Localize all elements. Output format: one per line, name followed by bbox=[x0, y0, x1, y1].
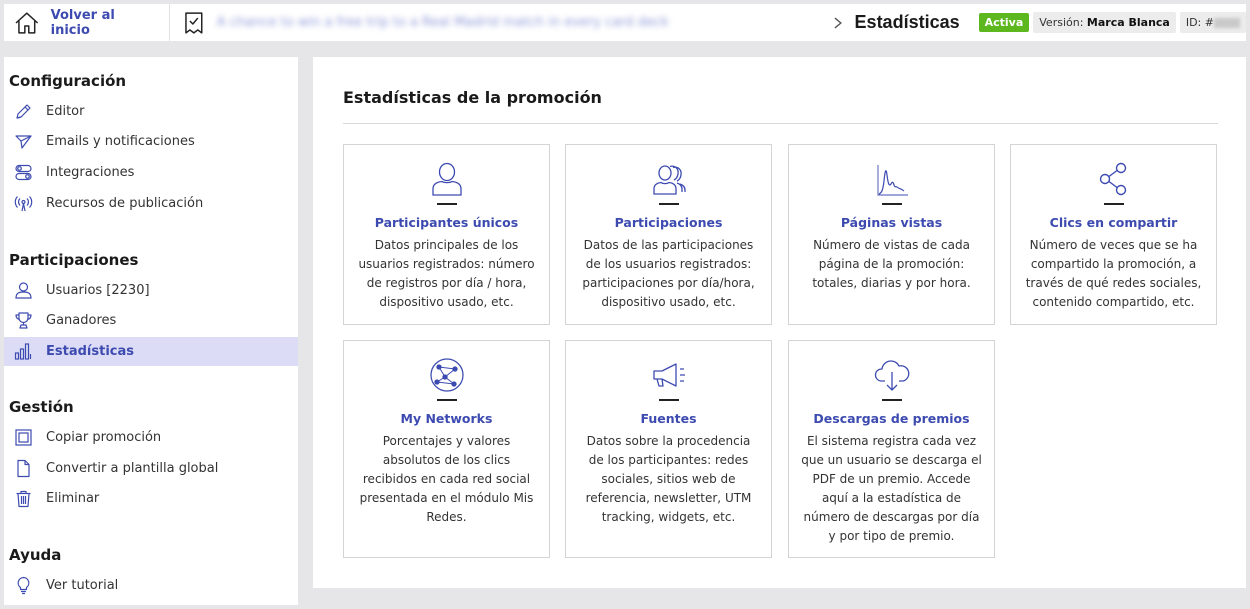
lightbulb-icon bbox=[17, 576, 30, 595]
sidebar-item-label: Recursos de publicación bbox=[46, 196, 204, 211]
sidebar-item-label: Convertir a plantilla global bbox=[46, 461, 219, 476]
card-title: Descargas de premios bbox=[813, 411, 970, 426]
section-title-ayuda: Ayuda bbox=[9, 546, 62, 564]
sidebar-item-label: Integraciones bbox=[46, 165, 135, 180]
sidebar-item-copiar[interactable]: Copiar promoción bbox=[4, 423, 298, 452]
sidebar-item-convertir[interactable]: Convertir a plantilla global bbox=[4, 454, 298, 483]
icon-underline bbox=[659, 399, 679, 401]
sidebar-item-estadisticas[interactable]: Estadísticas bbox=[4, 337, 298, 366]
trash-icon bbox=[16, 490, 31, 508]
id-redacted bbox=[1213, 18, 1240, 28]
card-title: Participaciones bbox=[614, 215, 723, 230]
ticket-icon bbox=[185, 11, 203, 34]
trophy-icon bbox=[15, 312, 32, 329]
document-icon bbox=[17, 459, 30, 478]
card-title: Clics en compartir bbox=[1049, 215, 1178, 230]
icon-underline bbox=[882, 203, 902, 205]
version-label: Versión: bbox=[1039, 16, 1084, 29]
card-participaciones[interactable]: Participaciones Datos de las participaci… bbox=[565, 144, 772, 325]
sidebar-item-usuarios[interactable]: Usuarios [2230] bbox=[4, 276, 298, 305]
version-pill: Versión: Marca Blanca bbox=[1033, 12, 1176, 33]
sidebar-item-editor[interactable]: Editor bbox=[4, 97, 298, 126]
sidebar-item-label: Ver tutorial bbox=[46, 578, 119, 593]
toggles-icon bbox=[15, 164, 32, 181]
sidebar-item-emails[interactable]: Emails y notificaciones bbox=[4, 127, 298, 156]
status-badge: Activa bbox=[978, 13, 1030, 32]
section-title-configuracion: Configuración bbox=[9, 72, 127, 90]
card-description: Datos principales de los usuarios regist… bbox=[358, 238, 535, 309]
id-label: ID: # bbox=[1185, 16, 1214, 29]
card-description: Datos sobre la procedencia de los partic… bbox=[585, 434, 752, 524]
card-title: My Networks bbox=[400, 411, 493, 426]
home-label: Volver al inicio bbox=[50, 7, 115, 38]
icon-underline bbox=[659, 203, 679, 205]
sidebar-item-label: Copiar promoción bbox=[46, 430, 162, 445]
section-title-participaciones: Participaciones bbox=[9, 251, 139, 269]
icon-underline bbox=[437, 203, 457, 205]
card-clics-compartir[interactable]: Clics en compartir Número de veces que s… bbox=[1010, 144, 1217, 325]
card-title: Participantes únicos bbox=[374, 215, 519, 230]
page-title: Estadísticas bbox=[854, 12, 960, 32]
icon-underline bbox=[1104, 203, 1124, 205]
card-descargas-premios[interactable]: Descargas de premios El sistema registra… bbox=[788, 340, 995, 558]
home-icon bbox=[15, 11, 39, 34]
copy-icon bbox=[15, 429, 32, 446]
section-heading: Estadísticas de la promoción bbox=[343, 88, 602, 107]
broadcast-icon bbox=[14, 196, 33, 212]
chevron-right-icon bbox=[834, 17, 842, 28]
card-description: Número de vistas de cada página de la pr… bbox=[812, 238, 971, 290]
card-description: Datos de las participaciones de los usua… bbox=[582, 238, 755, 309]
card-description: Porcentajes y valores absolutos de los c… bbox=[359, 434, 534, 524]
sidebar-item-ganadores[interactable]: Ganadores bbox=[4, 306, 298, 335]
main-content: Estadísticas de la promoción Participant… bbox=[313, 57, 1246, 588]
card-description: El sistema registra cada vez que un usua… bbox=[801, 434, 982, 543]
sidebar-item-label: Ganadores bbox=[46, 313, 117, 328]
card-fuentes[interactable]: Fuentes Datos sobre la procedencia de lo… bbox=[565, 340, 772, 558]
bar-chart-icon bbox=[14, 343, 32, 360]
version-value: Marca Blanca bbox=[1086, 16, 1170, 29]
sidebar-item-label: Editor bbox=[46, 104, 85, 119]
icon-underline bbox=[437, 399, 457, 401]
icon-underline bbox=[882, 399, 902, 401]
sidebar-item-recursos[interactable]: Recursos de publicación bbox=[4, 189, 298, 218]
top-bar: Volver al inicio A chance to win a free … bbox=[4, 4, 1246, 41]
sidebar-item-label: Emails y notificaciones bbox=[46, 134, 195, 149]
sidebar-item-integraciones[interactable]: Integraciones bbox=[4, 158, 298, 187]
network-globe-icon bbox=[429, 358, 464, 392]
share-icon bbox=[1099, 162, 1126, 196]
section-title-gestion: Gestión bbox=[9, 398, 74, 416]
home-link[interactable]: Volver al inicio bbox=[4, 4, 167, 41]
megaphone-icon bbox=[652, 363, 685, 387]
card-title: Páginas vistas bbox=[840, 215, 943, 230]
divider bbox=[169, 4, 171, 41]
divider bbox=[343, 123, 1218, 124]
sidebar-item-label: Eliminar bbox=[46, 491, 100, 506]
sidebar-item-label: Usuarios [2230] bbox=[46, 283, 150, 298]
card-title: Fuentes bbox=[640, 411, 697, 426]
card-description: Número de veces que se ha compartido la … bbox=[1025, 238, 1202, 309]
card-my-networks[interactable]: My Networks Porcentajes y valores absolu… bbox=[343, 340, 550, 558]
promotion-name[interactable]: A chance to win a free trip to a Real Ma… bbox=[217, 15, 819, 30]
card-paginas-vistas[interactable]: Páginas vistas Número de vistas de cada … bbox=[788, 144, 995, 325]
sidebar: Configuración Editor Emails y notificaci… bbox=[4, 57, 298, 605]
paper-plane-icon bbox=[15, 135, 32, 149]
cloud-download-icon bbox=[874, 360, 909, 391]
sidebar-item-tutorial[interactable]: Ver tutorial bbox=[4, 571, 298, 600]
user-icon bbox=[431, 162, 462, 196]
id-pill: ID: # bbox=[1179, 12, 1246, 33]
card-participantes-unicos[interactable]: Participantes únicos Datos principales d… bbox=[343, 144, 550, 325]
sidebar-item-label: Estadísticas bbox=[46, 344, 134, 359]
line-spike-icon bbox=[877, 165, 908, 196]
user-icon bbox=[15, 282, 32, 299]
sidebar-item-eliminar[interactable]: Eliminar bbox=[4, 484, 298, 513]
users-group-icon bbox=[652, 165, 686, 195]
pencil-icon bbox=[16, 104, 31, 119]
